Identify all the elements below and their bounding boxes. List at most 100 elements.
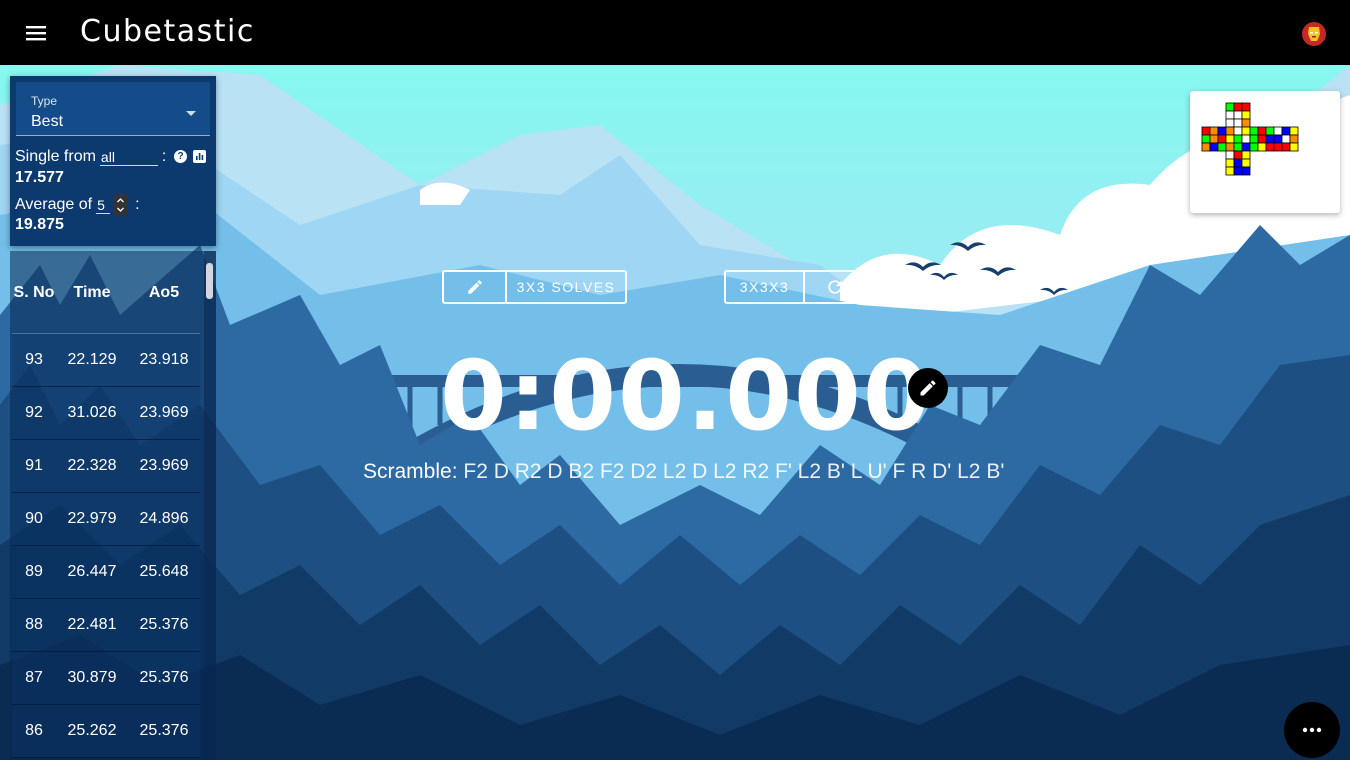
single-range-input[interactable]: all: [99, 149, 158, 166]
table-row[interactable]: 93 22.129 23.918: [12, 333, 200, 387]
help-icon[interactable]: ?: [174, 150, 187, 163]
cube-sticker-f: [1233, 126, 1243, 136]
cube-sticker-l: [1217, 142, 1227, 152]
cell-ao5: 23.918: [128, 333, 200, 387]
manual-entry-button[interactable]: [908, 368, 948, 408]
average-stat-line: Average of 5 :: [15, 194, 140, 216]
cube-sticker-f: [1241, 134, 1251, 144]
cube-sticker-u: [1233, 110, 1243, 120]
cube-sticker-r: [1265, 142, 1275, 152]
cube-sticker-l: [1209, 134, 1219, 144]
cube-sticker-b: [1273, 126, 1283, 136]
cell-time: 31.026: [56, 386, 128, 440]
average-count-stepper[interactable]: [114, 194, 128, 216]
cell-ao5: 23.969: [128, 386, 200, 440]
cube-sticker-d: [1233, 166, 1243, 176]
cube-sticker-r: [1265, 134, 1275, 144]
table-row[interactable]: 86 25.262 25.376: [12, 704, 200, 758]
average-count-input[interactable]: 5: [96, 197, 111, 214]
bar-chart-icon[interactable]: [193, 150, 206, 163]
puzzle-select-button[interactable]: 3X3X3: [726, 272, 803, 302]
cube-sticker-b: [1289, 142, 1299, 152]
cell-ao5: 24.896: [128, 492, 200, 546]
type-select[interactable]: Type Best: [16, 82, 210, 136]
cube-sticker-f: [1233, 134, 1243, 144]
type-select-value: Best: [31, 113, 64, 130]
header-ao5[interactable]: Ao5: [128, 253, 200, 334]
cube-sticker-u: [1241, 110, 1251, 120]
average-best-value: 19.875: [15, 216, 64, 233]
cube-sticker-d: [1225, 158, 1235, 168]
header-serial-no[interactable]: S. No: [12, 253, 56, 334]
cube-sticker-r: [1257, 126, 1267, 136]
pencil-icon: [467, 280, 482, 294]
cell-ao5: 25.648: [128, 545, 200, 599]
table-row[interactable]: 91 22.328 23.969: [12, 439, 200, 493]
stats-card: Type Best Single from all : ? 17.577 Ave…: [10, 76, 216, 246]
cube-sticker-u: [1241, 118, 1251, 128]
cube-sticker-u: [1241, 102, 1251, 112]
chevron-down-icon: [186, 111, 196, 116]
menu-icon[interactable]: [22, 20, 50, 46]
header-time[interactable]: Time: [56, 253, 128, 334]
cube-sticker-d: [1225, 166, 1235, 176]
solves-table-panel: S. No Time Ao5 93 22.129 23.918 92 31.026 23…: [10, 251, 216, 760]
session-button-group: 3X3 SOLVES: [442, 270, 627, 304]
scramble-moves: F2 D R2 D B2 F2 D2 L2 D L2 R2 F' L2 B' L…: [463, 460, 1005, 483]
scramble-prefix: Scramble:: [363, 460, 458, 483]
user-avatar[interactable]: [1302, 22, 1326, 46]
more-options-button[interactable]: [1284, 702, 1340, 758]
cube-sticker-r: [1249, 142, 1259, 152]
app-title: Cubetastic: [80, 14, 255, 49]
cube-sticker-d: [1233, 150, 1243, 160]
cell-time: 30.879: [56, 651, 128, 705]
table-row[interactable]: 90 22.979 24.896: [12, 492, 200, 546]
cell-ao5: 23.969: [128, 439, 200, 493]
cube-sticker-l: [1217, 134, 1227, 144]
session-select-button[interactable]: 3X3 SOLVES: [505, 272, 625, 302]
more-horizontal-icon: [1302, 727, 1322, 733]
cube-sticker-u: [1225, 102, 1235, 112]
new-scramble-button[interactable]: [803, 272, 864, 302]
top-app-bar: Cubetastic: [0, 0, 1350, 65]
cube-sticker-u: [1225, 110, 1235, 120]
cube-scramble-preview[interactable]: [1190, 91, 1340, 213]
solves-table: S. No Time Ao5 93 22.129 23.918 92 31.026 23…: [12, 253, 200, 758]
table-row[interactable]: 92 31.026 23.969: [12, 386, 200, 440]
table-row[interactable]: 87 30.879 25.376: [12, 651, 200, 705]
average-colon: :: [135, 196, 140, 213]
cube-sticker-r: [1265, 126, 1275, 136]
table-row[interactable]: 89 26.447 25.648: [12, 545, 200, 599]
cube-sticker-u: [1233, 102, 1243, 112]
cell-time: 22.979: [56, 492, 128, 546]
single-best-value: 17.577: [15, 169, 64, 186]
cell-time: 26.447: [56, 545, 128, 599]
cube-sticker-r: [1249, 126, 1259, 136]
cube-sticker-r: [1249, 134, 1259, 144]
cube-sticker-b: [1281, 126, 1291, 136]
cube-sticker-b: [1289, 126, 1299, 136]
cube-sticker-b: [1281, 134, 1291, 144]
cube-sticker-l: [1201, 142, 1211, 152]
cell-time: 25.262: [56, 704, 128, 758]
cube-sticker-d: [1241, 158, 1251, 168]
timer-display[interactable]: 0:00.000: [440, 340, 930, 452]
cell-serial: 92: [12, 386, 56, 440]
cube-sticker-u: [1233, 118, 1243, 128]
table-scrollbar[interactable]: [204, 251, 216, 760]
cell-serial: 87: [12, 651, 56, 705]
cell-time: 22.481: [56, 598, 128, 652]
cell-ao5: 25.376: [128, 651, 200, 705]
cube-sticker-b: [1273, 134, 1283, 144]
cell-time: 22.129: [56, 333, 128, 387]
table-row[interactable]: 88 22.481 25.376: [12, 598, 200, 652]
cell-serial: 90: [12, 492, 56, 546]
cube-sticker-f: [1225, 126, 1235, 136]
edit-session-button[interactable]: [444, 272, 505, 302]
single-label: Single from: [15, 148, 96, 165]
cell-serial: 91: [12, 439, 56, 493]
scrollbar-thumb[interactable]: [206, 263, 213, 299]
cube-sticker-f: [1225, 134, 1235, 144]
refresh-icon: [827, 280, 842, 294]
cube-net: [1201, 102, 1299, 176]
